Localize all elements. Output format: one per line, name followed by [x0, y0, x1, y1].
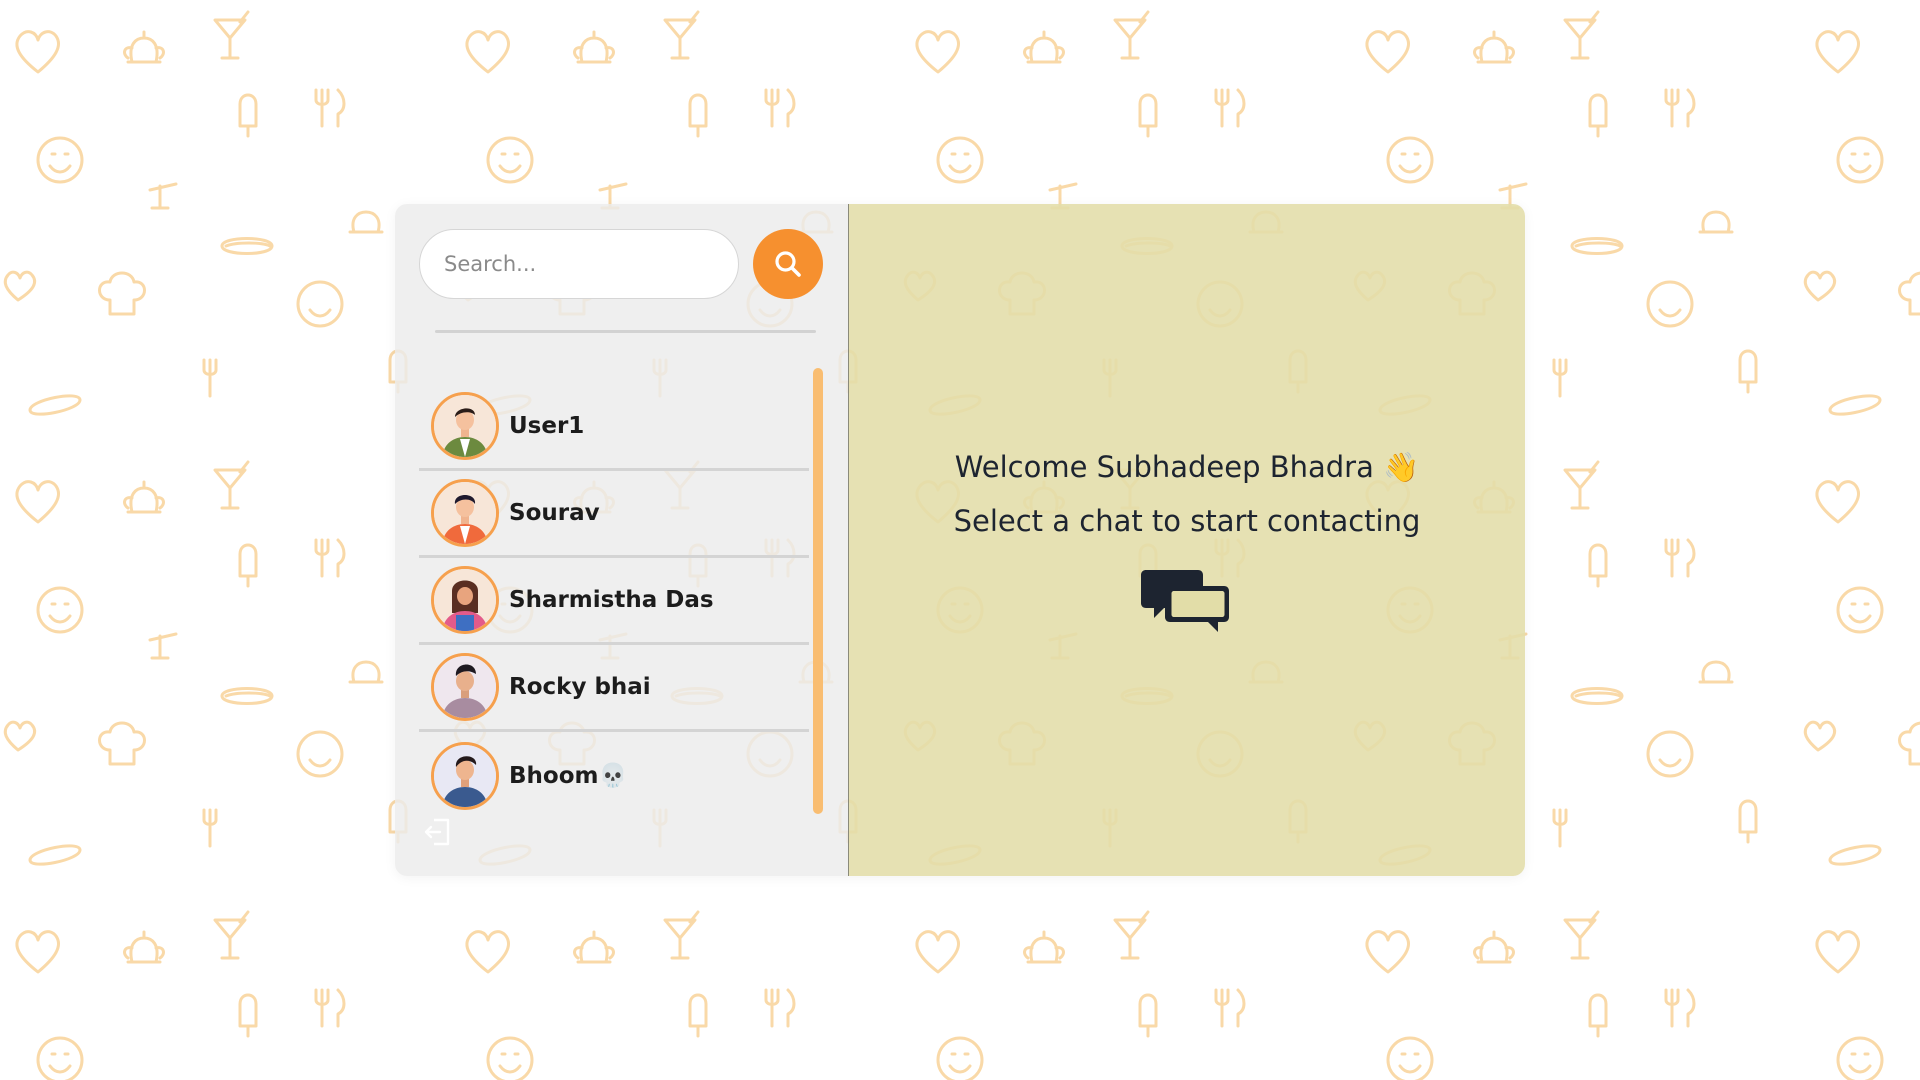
- avatar: [431, 479, 499, 547]
- contact-name: Rocky bhai: [509, 674, 651, 700]
- search-input[interactable]: [419, 229, 739, 299]
- avatar: [431, 741, 499, 810]
- chat-app-window: User1 Sourav: [395, 204, 1525, 876]
- avatar: [431, 653, 499, 721]
- search-button[interactable]: [753, 229, 823, 299]
- welcome-message: Welcome Subhadeep Bhadra 👋: [955, 440, 1419, 494]
- logout-icon: [424, 818, 450, 846]
- search-icon: [775, 251, 801, 277]
- chat-welcome-panel: Welcome Subhadeep Bhadra 👋 Select a chat…: [849, 204, 1525, 876]
- contact-item[interactable]: Sourav: [419, 471, 809, 558]
- contact-item[interactable]: User1: [419, 384, 809, 471]
- welcome-text: Welcome Subhadeep Bhadra: [954, 450, 1374, 484]
- welcome-subtitle: Select a chat to start contacting: [953, 504, 1421, 538]
- search-divider: [435, 330, 816, 333]
- logout-button[interactable]: [421, 816, 455, 850]
- contact-name: Bhoom💀: [509, 763, 628, 789]
- contact-list-scrollbar[interactable]: [813, 368, 823, 814]
- avatar: [431, 566, 499, 634]
- sidebar: User1 Sourav: [395, 204, 849, 876]
- contact-name: User1: [509, 413, 585, 439]
- wave-emoji: 👋: [1383, 450, 1420, 484]
- avatar: [431, 392, 499, 460]
- contact-item[interactable]: Bhoom💀: [419, 732, 809, 819]
- contact-item[interactable]: Rocky bhai: [419, 645, 809, 732]
- chat-bubbles-icon: [1141, 570, 1229, 632]
- contact-item[interactable]: Sharmistha Das: [419, 558, 809, 645]
- contact-name: Sourav: [509, 500, 600, 526]
- contact-list: User1 Sourav Sharmistha Das Rocky bhai B…: [419, 384, 809, 810]
- contact-name: Sharmistha Das: [509, 587, 714, 613]
- search-row: [419, 228, 824, 300]
